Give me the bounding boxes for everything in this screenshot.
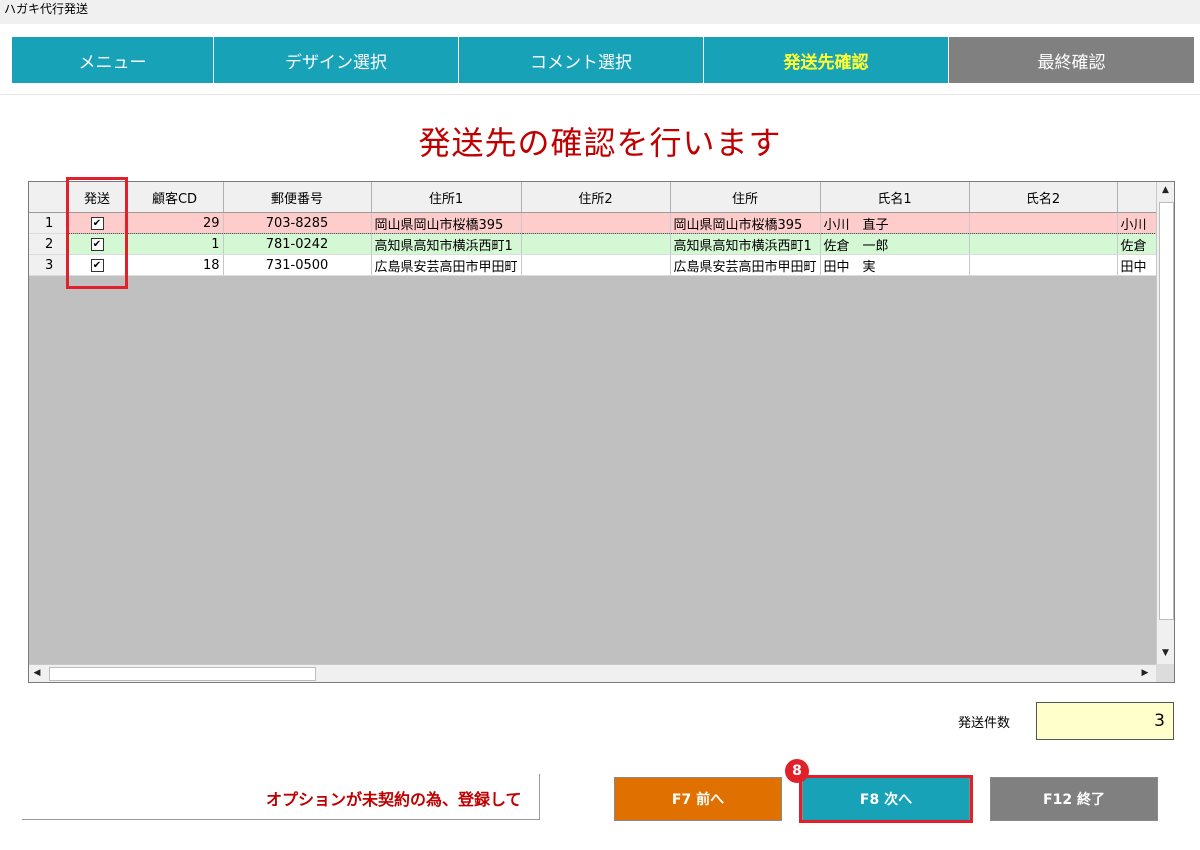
window-title: ハガキ代行発送 xyxy=(0,0,1200,24)
row-number: 2 xyxy=(29,233,69,255)
postal-code-cell[interactable]: 703-8285 xyxy=(223,212,372,234)
col-header-name2[interactable]: 氏名2 xyxy=(969,182,1118,213)
scroll-up-icon[interactable]: ▲ xyxy=(1157,182,1174,198)
divider xyxy=(0,94,1200,95)
page-title: 発送先の確認を行います xyxy=(418,124,782,162)
scroll-left-icon[interactable]: ◀ xyxy=(29,665,45,682)
col-header-extra[interactable] xyxy=(1117,182,1158,213)
send-cell: ✔ xyxy=(68,233,127,255)
address1-cell[interactable]: 広島県安芸高田市甲田町 xyxy=(371,254,522,276)
tab-design-select[interactable]: デザイン選択 xyxy=(214,37,459,83)
col-header-name1[interactable]: 氏名1 xyxy=(820,182,970,213)
destination-table: 発送 顧客CD 郵便番号 住所1 住所2 住所 氏名1 氏名2 1 ✔ 29 7… xyxy=(29,182,1158,276)
option-warning-message: オプションが未契約の為、登録して xyxy=(266,790,522,809)
send-count-value: 3 xyxy=(1036,702,1174,740)
table-row[interactable]: 2 ✔ 1 781-0242 高知県高知市横浜西町1 高知県高知市横浜西町1 佐… xyxy=(29,233,1158,255)
next-button[interactable]: F8 次へ xyxy=(802,777,970,821)
name1-cell[interactable]: 田中 実 xyxy=(820,254,970,276)
col-header-address[interactable]: 住所 xyxy=(670,182,821,213)
send-checkbox[interactable]: ✔ xyxy=(90,237,104,251)
row-number: 3 xyxy=(29,254,69,276)
tab-menu[interactable]: メニュー xyxy=(12,37,214,83)
exit-button[interactable]: F12 終了 xyxy=(990,777,1158,821)
col-header-address2[interactable]: 住所2 xyxy=(521,182,671,213)
message-box: オプションが未契約の為、登録して xyxy=(22,774,540,820)
horizontal-scrollbar[interactable]: ◀ ▶ xyxy=(29,664,1156,682)
postal-code-cell[interactable]: 731-0500 xyxy=(223,254,372,276)
address2-cell[interactable] xyxy=(521,233,671,255)
step-tabs: メニュー デザイン選択 コメント選択 発送先確認 最終確認 xyxy=(12,37,1194,83)
vertical-scrollbar[interactable]: ▲ ▼ xyxy=(1156,182,1174,664)
row-number: 1 xyxy=(29,212,69,234)
col-header-address1[interactable]: 住所1 xyxy=(371,182,522,213)
destination-grid[interactable]: 発送 顧客CD 郵便番号 住所1 住所2 住所 氏名1 氏名2 1 ✔ 29 7… xyxy=(28,181,1175,683)
name1-cell[interactable]: 小川 直子 xyxy=(820,212,970,234)
prev-button[interactable]: F7 前へ xyxy=(614,777,782,821)
postal-code-cell[interactable]: 781-0242 xyxy=(223,233,372,255)
send-count-label: 発送件数 xyxy=(958,716,1011,731)
customer-cd-cell[interactable]: 1 xyxy=(126,233,224,255)
send-checkbox[interactable]: ✔ xyxy=(90,258,104,272)
tab-comment-select[interactable]: コメント選択 xyxy=(459,37,704,83)
row-header-corner xyxy=(29,182,69,213)
scroll-down-icon[interactable]: ▼ xyxy=(1157,645,1174,661)
send-checkbox[interactable]: ✔ xyxy=(90,216,104,230)
name2-cell[interactable] xyxy=(969,254,1118,276)
address-cell[interactable]: 高知県高知市横浜西町1 xyxy=(670,233,821,255)
send-cell: ✔ xyxy=(68,212,127,234)
scrollbar-corner xyxy=(1156,664,1174,682)
address-cell[interactable]: 広島県安芸高田市甲田町 xyxy=(670,254,821,276)
col-header-postal-code[interactable]: 郵便番号 xyxy=(223,182,372,213)
name2-cell[interactable] xyxy=(969,233,1118,255)
address2-cell[interactable] xyxy=(521,212,671,234)
vertical-scroll-thumb[interactable] xyxy=(1159,202,1174,620)
name2-cell[interactable] xyxy=(969,212,1118,234)
table-row[interactable]: 3 ✔ 18 731-0500 広島県安芸高田市甲田町 広島県安芸高田市甲田町 … xyxy=(29,254,1158,276)
tab-final-confirm: 最終確認 xyxy=(949,37,1194,83)
customer-cd-cell[interactable]: 29 xyxy=(126,212,224,234)
col-header-customer-cd[interactable]: 顧客CD xyxy=(126,182,224,213)
address1-cell[interactable]: 高知県高知市横浜西町1 xyxy=(371,233,522,255)
grid-header-row: 発送 顧客CD 郵便番号 住所1 住所2 住所 氏名1 氏名2 xyxy=(29,182,1158,213)
address1-cell[interactable]: 岡山県岡山市桜橋395 xyxy=(371,212,522,234)
extra-cell[interactable]: 田中 xyxy=(1117,254,1158,276)
address-cell[interactable]: 岡山県岡山市桜橋395 xyxy=(670,212,821,234)
scroll-right-icon[interactable]: ▶ xyxy=(1137,665,1153,682)
step-marker-badge: 8 xyxy=(785,759,809,783)
tab-destination-confirm[interactable]: 発送先確認 xyxy=(704,37,949,83)
horizontal-scroll-thumb[interactable] xyxy=(49,667,316,681)
address2-cell[interactable] xyxy=(521,254,671,276)
extra-cell[interactable]: 佐倉 xyxy=(1117,233,1158,255)
table-row[interactable]: 1 ✔ 29 703-8285 岡山県岡山市桜橋395 岡山県岡山市桜橋395 … xyxy=(29,212,1158,234)
extra-cell[interactable]: 小川 xyxy=(1117,212,1158,234)
col-header-send[interactable]: 発送 xyxy=(68,182,127,213)
name1-cell[interactable]: 佐倉 一郎 xyxy=(820,233,970,255)
send-cell: ✔ xyxy=(68,254,127,276)
customer-cd-cell[interactable]: 18 xyxy=(126,254,224,276)
